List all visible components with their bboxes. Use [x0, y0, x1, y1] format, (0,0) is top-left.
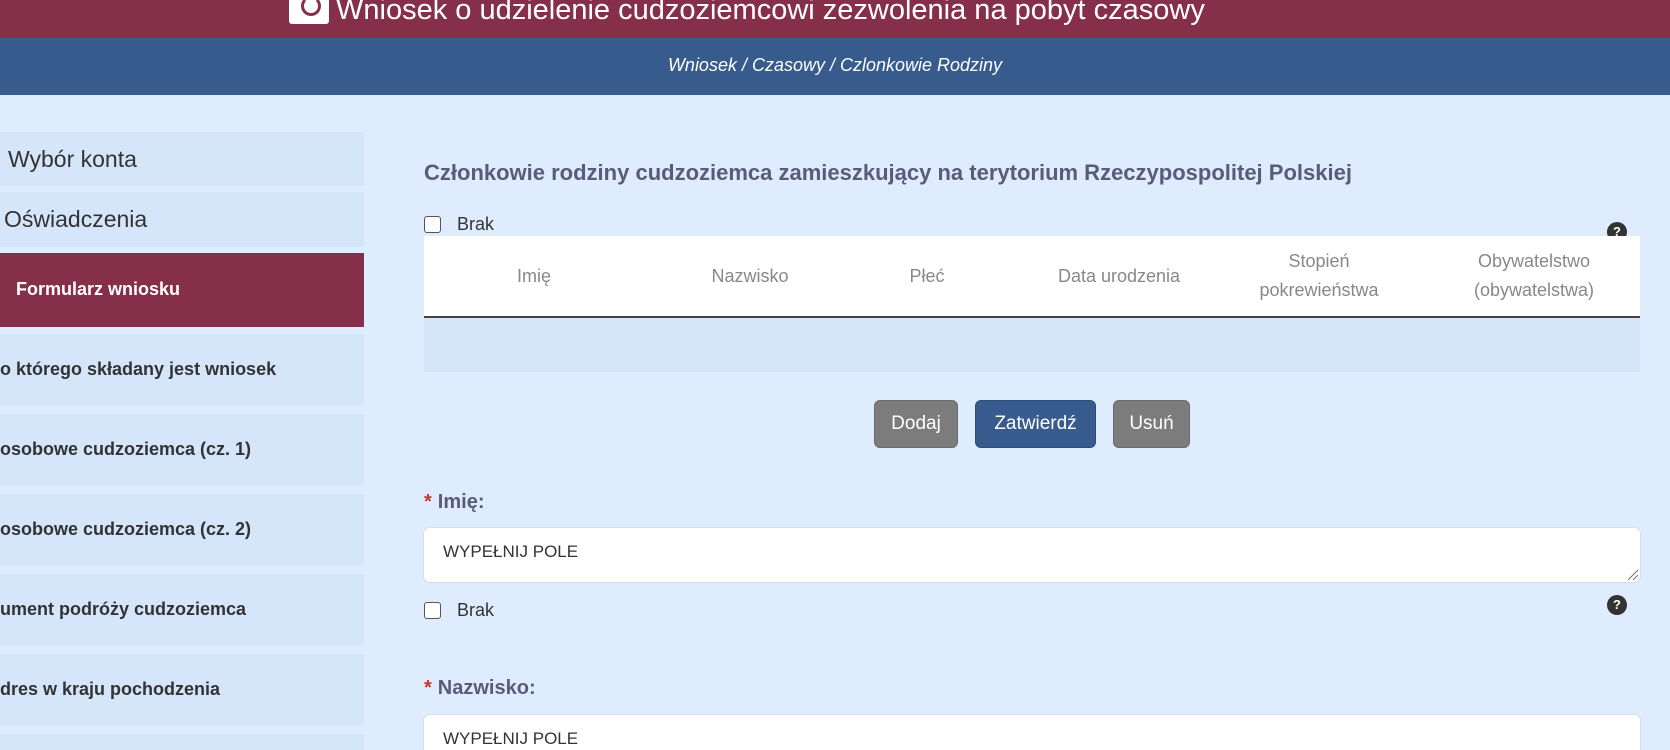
sidebar-item-applicant[interactable]: o którego składany jest wniosek — [0, 334, 364, 406]
table-header: Imię Nazwisko Płeć Data urodzenia Stopie… — [424, 236, 1640, 318]
first-name-label: * Imię: — [424, 491, 484, 514]
family-none-row: Brak — [424, 213, 494, 235]
help-icon[interactable]: ? — [1607, 595, 1627, 615]
column-header-birth-date[interactable]: Data urodzenia — [1034, 236, 1204, 316]
column-header-first-name[interactable]: Imię — [479, 236, 589, 316]
app-header: Wniosek o udzielenie cudzoziemcowi zezwo… — [0, 0, 1670, 38]
sidebar-item-label: osobowe cudzoziemca (cz. 2) — [0, 519, 252, 539]
last-name-label: * Nazwisko: — [424, 677, 536, 700]
column-header-last-name[interactable]: Nazwisko — [680, 236, 820, 316]
sidebar-item-travel-document[interactable]: ument podróży cudzoziemca — [0, 574, 364, 646]
family-none-checkbox[interactable] — [424, 215, 441, 233]
first-name-none-row: Brak — [424, 599, 494, 621]
section-title: Członkowie rodziny cudzoziemca zamieszku… — [424, 160, 1352, 185]
sidebar-item-declarations[interactable]: Oświadczenia — [0, 192, 364, 247]
confirm-button[interactable]: Zatwierdź — [975, 400, 1096, 448]
table-empty-row — [424, 320, 1640, 372]
first-name-none-label: Brak — [457, 599, 495, 620]
breadcrumb: Wniosek / Czasowy / Czlonkowie Rodziny — [667, 55, 1003, 75]
sidebar-item-label: dres w kraju pochodzenia — [0, 679, 221, 699]
family-members-table: Imię Nazwisko Płeć Data urodzenia Stopie… — [424, 236, 1640, 372]
column-header-citizenship[interactable]: Obywatelstwo (obywatelstwa) — [1454, 236, 1614, 316]
column-header-sex[interactable]: Płeć — [892, 236, 962, 316]
last-name-label-text: Nazwisko: — [437, 677, 536, 699]
sidebar-item-label: Oświadczenia — [4, 206, 148, 232]
sidebar-item-personal-data-2[interactable]: osobowe cudzoziemca (cz. 2) — [0, 494, 364, 566]
sidebar-item-label: Wybór konta — [8, 146, 137, 172]
sidebar-item-home-address[interactable]: dres w kraju pochodzenia — [0, 654, 364, 726]
sidebar-item-label: Formularz wniosku — [16, 279, 181, 299]
sidebar-item-next[interactable] — [0, 734, 364, 750]
family-none-label: Brak — [457, 213, 495, 234]
last-name-field[interactable]: WYPEŁNIJ POLE — [424, 715, 1640, 750]
sidebar-item-label: o którego składany jest wniosek — [0, 359, 277, 379]
add-button[interactable]: Dodaj — [874, 400, 958, 448]
logo-icon — [289, 0, 329, 24]
resize-handle-icon[interactable] — [1628, 570, 1638, 580]
first-name-value: WYPEŁNIJ POLE — [443, 542, 579, 561]
remove-button[interactable]: Usuń — [1113, 400, 1190, 448]
sidebar-item-personal-data-1[interactable]: osobowe cudzoziemca (cz. 1) — [0, 414, 364, 486]
last-name-value: WYPEŁNIJ POLE — [443, 729, 579, 748]
page-title: Wniosek o udzielenie cudzoziemcowi zezwo… — [336, 0, 1205, 26]
first-name-none-checkbox[interactable] — [424, 601, 441, 619]
sidebar-item-label: ument podróży cudzoziemca — [0, 599, 247, 619]
column-header-relationship[interactable]: Stopień pokrewieństwa — [1244, 236, 1394, 316]
sidebar-item-account-selection[interactable]: Wybór konta — [0, 132, 364, 186]
required-mark: * — [424, 677, 432, 699]
first-name-field[interactable]: WYPEŁNIJ POLE — [424, 528, 1640, 582]
breadcrumb-bar: Wniosek / Czasowy / Czlonkowie Rodziny — [0, 38, 1670, 95]
required-mark: * — [424, 491, 432, 513]
sidebar-item-application-form[interactable]: Formularz wniosku — [0, 253, 364, 327]
first-name-label-text: Imię: — [437, 491, 485, 513]
sidebar-item-label: osobowe cudzoziemca (cz. 1) — [0, 439, 252, 459]
